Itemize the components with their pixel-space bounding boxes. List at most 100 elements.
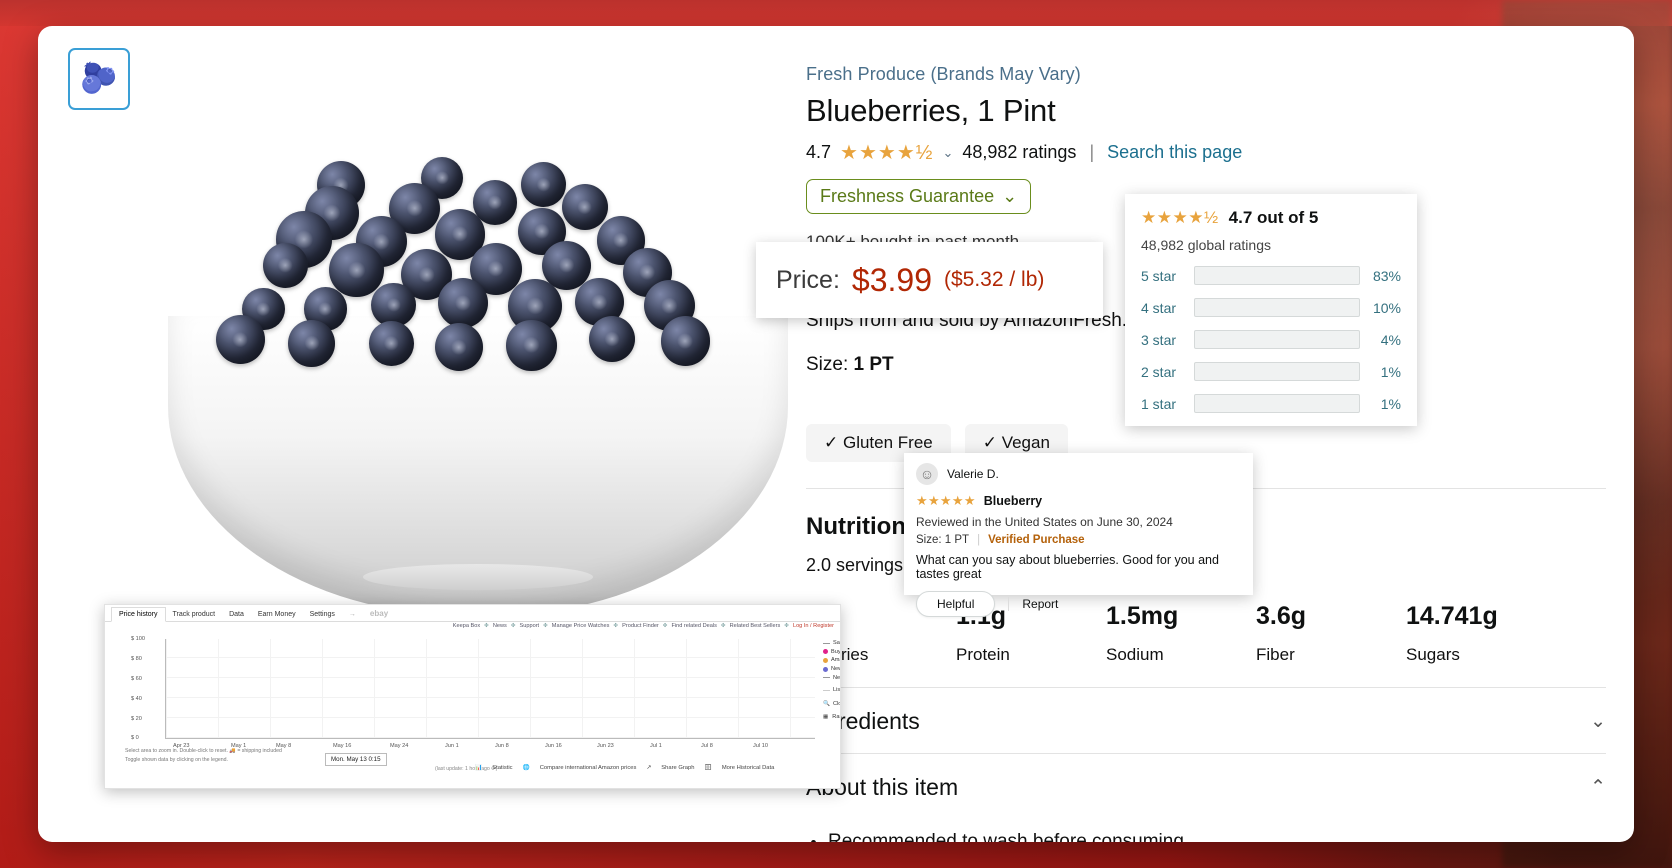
nutrition-cell: 3.6g Fiber (1256, 602, 1406, 665)
x-tick: May 16 (333, 743, 352, 749)
product-thumbnail[interactable]: 🫐 (68, 48, 130, 110)
bar-chart-icon: 📊 (475, 765, 483, 771)
reviewer-row: ☺ Valerie D. (916, 463, 1241, 485)
x-tick: Jul 10 (753, 743, 768, 749)
divider: | (1089, 142, 1095, 162)
legend-list-price[interactable]: List Price (823, 686, 840, 695)
range-selector: ▦ Range Day Week Month 3 Months Year All… (823, 713, 840, 765)
ebay-logo[interactable]: ebay (363, 606, 395, 621)
footer-link-share-graph[interactable]: Share Graph (661, 765, 694, 771)
review-title[interactable]: Blueberry (984, 494, 1042, 508)
review-size: Size: 1 PT (916, 534, 970, 546)
brand-label: Fresh Produce (Brands May Vary) (806, 64, 1081, 84)
dot-marker-icon (823, 649, 828, 655)
nav-related-best-sellers[interactable]: Related Best Sellers (730, 623, 781, 629)
review-popup: ☺ Valerie D. ★★★★★ Blueberry Reviewed in… (904, 453, 1253, 617)
x-tick: Jun 16 (545, 743, 562, 749)
legend-label: New (831, 665, 840, 672)
about-item-bullets: Recommended to wash before consuming Gro… (828, 831, 1606, 842)
nav-product-finder[interactable]: Product Finder (622, 623, 659, 629)
blueberry (437, 278, 488, 329)
blueberry (368, 321, 414, 366)
freshness-guarantee-label: Freshness Guarantee (820, 186, 995, 206)
accordion-about-this-item[interactable]: About this item ⌃ (806, 753, 1606, 819)
line-marker-icon (823, 690, 830, 692)
tab-earn-money[interactable]: Earn Money (251, 608, 303, 621)
report-link[interactable]: Report (1008, 597, 1058, 611)
dot-marker-icon (823, 666, 828, 672)
nav-find-related-deals[interactable]: Find related Deals (671, 623, 716, 629)
nav-support[interactable]: Support (520, 623, 540, 629)
bar-label: 4 star (1141, 299, 1177, 316)
y-tick: $ 20 (131, 716, 142, 722)
chevron-up-icon: ⌃ (1590, 777, 1606, 798)
ratings-histogram-popup: ★★★★½ 4.7 out of 5 48,982 global ratings… (1125, 194, 1417, 426)
nav-news[interactable]: News (493, 623, 507, 629)
nutrition-value: 14.741g (1406, 602, 1498, 630)
calendar-icon: ▦ (823, 713, 829, 720)
nav-sep: ✤ (484, 623, 489, 629)
legend-amazon[interactable]: Amazon (823, 656, 840, 665)
tab-data[interactable]: Data (222, 608, 251, 621)
nav-login-register[interactable]: Log In / Register (793, 623, 834, 629)
avatar: ☺ (916, 463, 938, 485)
nav-keepa-box[interactable]: Keepa Box (453, 623, 480, 629)
review-title-row: ★★★★★ Blueberry (916, 493, 1241, 509)
nav-manage-price-watches[interactable]: Manage Price Watches (552, 623, 610, 629)
price-history-chart[interactable] (165, 639, 815, 739)
legend-label: Amazon (831, 657, 840, 664)
product-hero-image[interactable] (148, 136, 808, 616)
search-this-page-link[interactable]: Search this page (1107, 142, 1242, 163)
histogram-row-2[interactable]: 2 star 1% (1141, 362, 1401, 381)
histogram-row-5[interactable]: 5 star 83% (1141, 266, 1401, 285)
blueberry (520, 161, 567, 208)
closeup-view-toggle[interactable]: 🔍 Close-up view ◐ (823, 700, 840, 709)
legend-new-3rd-party-fba[interactable]: New, 3rd Party FBA (823, 674, 841, 683)
helpful-button[interactable]: Helpful (916, 591, 996, 617)
price-per-unit: ($5.32 / lb) (943, 268, 1045, 291)
legend-label: New, 3rd Party FBA (833, 674, 841, 681)
freshness-guarantee-badge[interactable]: Freshness Guarantee ⌄ (806, 179, 1032, 214)
blueberry (434, 323, 483, 372)
histogram-row-4[interactable]: 4 star 10% (1141, 298, 1401, 317)
bar-percent: 4% (1380, 331, 1401, 348)
stars-icon: ★★★★½ (1141, 208, 1219, 227)
chevron-down-icon[interactable]: ⌄ (942, 145, 953, 161)
legend-new[interactable]: New (823, 665, 840, 674)
footer-link-compare-prices[interactable]: Compare international Amazon prices (540, 765, 637, 771)
tab-settings[interactable]: Settings (303, 608, 342, 621)
ratings-count[interactable]: 48,982 ratings (962, 142, 1076, 163)
histogram-row-1[interactable]: 1 star 1% (1141, 394, 1401, 413)
chart-hint-toggle: Toggle shown data by clicking on the leg… (125, 757, 228, 763)
bar-track (1194, 394, 1360, 413)
y-tick: $ 40 (131, 696, 142, 702)
nav-sep: ✤ (510, 623, 516, 629)
size-value: 1 PT (853, 354, 894, 375)
chevron-down-icon: ⌄ (1590, 711, 1606, 732)
bar-label: 5 star (1141, 267, 1177, 284)
footer-link-more-historical-data[interactable]: More Historical Data (722, 765, 775, 771)
chevron-down-icon: ⌄ (1002, 186, 1018, 206)
global-ratings-count: 48,982 global ratings (1141, 237, 1271, 253)
chart-hint-zoom: Select area to zoom in. Double-click to … (125, 748, 282, 754)
blueberry (506, 319, 557, 371)
x-tick: Jun 23 (597, 743, 614, 749)
hint-shipping-text: = shipping included (237, 748, 282, 754)
tab-track-product[interactable]: Track product (166, 608, 223, 621)
berries-cluster (148, 136, 808, 436)
nav-sep: ✤ (613, 623, 619, 629)
review-subinfo: Size: 1 PT | Verified Purchase (916, 534, 1241, 546)
accordion-ingredients[interactable]: Ingredients ⌄ (806, 687, 1606, 753)
tab-price-history[interactable]: Price history (111, 607, 166, 622)
legend-sales-rank[interactable]: Sales Rank ⇅ 🔒 (823, 639, 840, 648)
keepa-footer-links: 📊 Statistic 🌐 Compare international Amaz… (475, 765, 840, 771)
legend-buy-box[interactable]: Buy Box 🛒 (823, 648, 840, 657)
histogram-row-3[interactable]: 3 star 4% (1141, 330, 1401, 349)
background-top-strip (0, 0, 1672, 26)
footer-link-statistic[interactable]: Statistic (492, 765, 512, 771)
bar-track (1194, 330, 1360, 349)
review-meta: Reviewed in the United States on June 30… (916, 515, 1173, 529)
line-marker-icon (823, 642, 830, 644)
nutrition-label: Sugars (1406, 645, 1460, 664)
y-tick: $ 0 (131, 735, 139, 741)
